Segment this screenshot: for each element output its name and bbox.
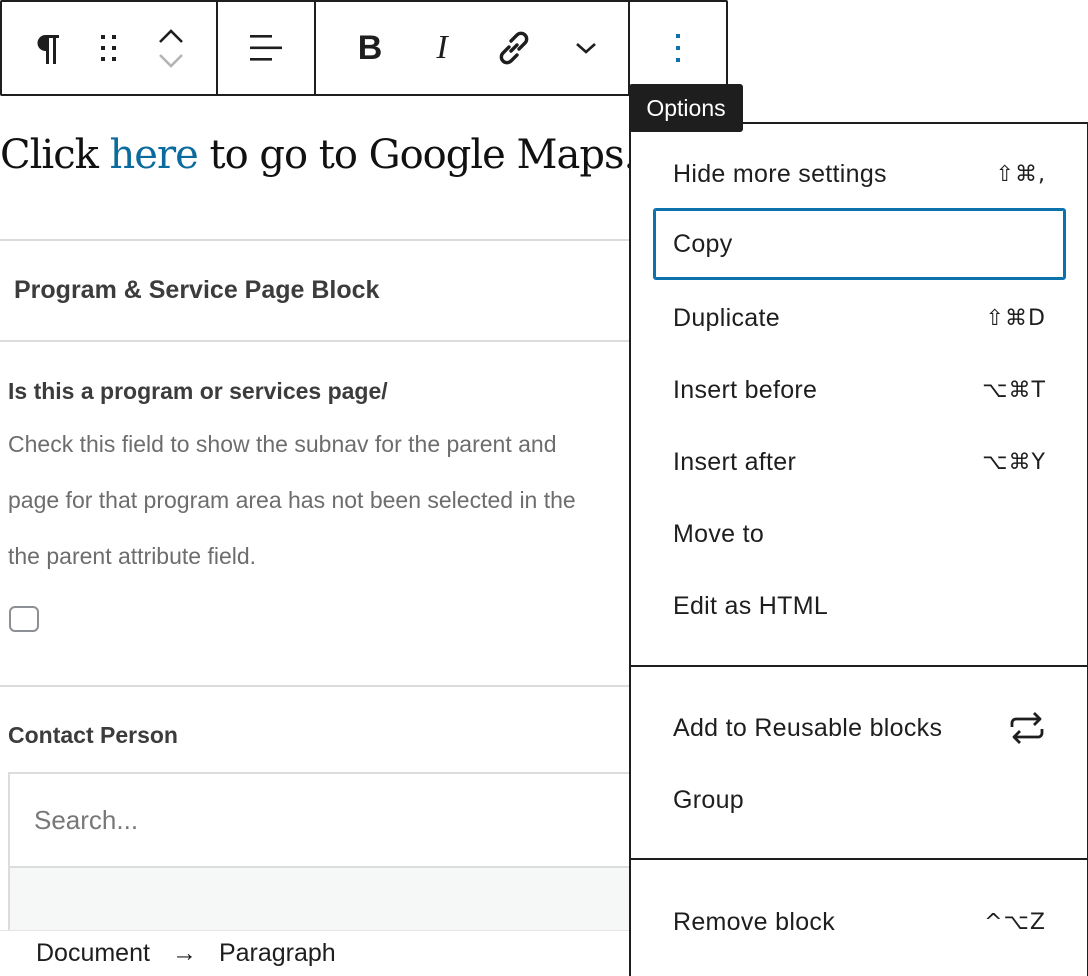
italic-icon: I [436, 29, 448, 66]
breadcrumb-paragraph: Paragraph [218, 939, 336, 967]
paragraph-link[interactable]: here [110, 132, 199, 178]
link-icon [499, 31, 529, 65]
program-checkbox[interactable] [9, 606, 39, 632]
breadcrumb-document[interactable]: Document [36, 939, 150, 968]
menu-separator [631, 665, 1087, 667]
program-field-description: Check this field to show the subnav for … [8, 416, 630, 586]
align-left-icon [250, 35, 282, 61]
chevron-up-icon[interactable] [158, 28, 184, 44]
description-line: page for that program area has not been … [8, 487, 576, 513]
menu-separator [631, 858, 1087, 860]
italic-button[interactable]: I [406, 16, 478, 80]
more-formats-button[interactable] [550, 16, 622, 80]
menu-item-label: Insert before [673, 375, 818, 404]
menu-item-shortcut: ⇧⌘, [995, 161, 1046, 187]
menu-item-hide-more-settings[interactable]: Hide more settings ⇧⌘, [653, 138, 1066, 210]
drag-handle-icon [101, 35, 116, 61]
block-title: Program & Service Page Block [14, 276, 380, 304]
menu-item-label: Group [673, 785, 744, 814]
chevron-down-icon [576, 43, 596, 54]
drag-handle-button[interactable] [78, 16, 140, 80]
menu-item-add-to-reusable-blocks[interactable]: Add to Reusable blocks [653, 692, 1066, 764]
menu-item-group[interactable]: Group [653, 764, 1066, 836]
align-group [218, 2, 316, 94]
paragraph-icon [37, 35, 59, 64]
bold-button[interactable]: B [334, 16, 406, 80]
menu-item-shortcut: ^⌥Z [984, 909, 1046, 935]
divider [0, 685, 630, 687]
menu-item-insert-after[interactable]: Insert after ⌥⌘Y [653, 426, 1066, 498]
move-buttons [140, 16, 202, 80]
menu-item-insert-before[interactable]: Insert before ⌥⌘T [653, 354, 1066, 426]
menu-item-label: Add to Reusable blocks [673, 713, 943, 742]
bold-icon: B [357, 28, 383, 67]
contact-person-search [8, 772, 630, 932]
vertical-ellipsis-icon [676, 34, 680, 62]
menu-item-move-to[interactable]: Move to [653, 498, 1066, 570]
paragraph-block[interactable]: Click here to go to Google Maps. [0, 132, 636, 178]
options-group [630, 2, 726, 94]
menu-item-label: Remove block [673, 907, 835, 936]
link-button[interactable] [478, 16, 550, 80]
menu-item-remove-block[interactable]: Remove block ^⌥Z [653, 886, 1066, 958]
menu-item-duplicate[interactable]: Duplicate ⇧⌘D [653, 282, 1066, 354]
search-results-area [10, 866, 630, 932]
search-input[interactable] [10, 774, 630, 866]
chevron-down-icon[interactable] [158, 52, 184, 68]
format-group: B I [316, 2, 630, 94]
contact-person-label: Contact Person [8, 722, 178, 748]
menu-item-shortcut: ⇧⌘D [985, 305, 1046, 331]
menu-item-edit-as-html[interactable]: Edit as HTML [653, 570, 1066, 642]
menu-item-shortcut: ⌥⌘Y [982, 449, 1046, 475]
block-tools-group [2, 2, 218, 94]
options-menu: Hide more settings ⇧⌘, Copy Duplicate ⇧⌘… [629, 122, 1088, 976]
menu-item-label: Copy [673, 229, 733, 258]
description-line: Check this field to show the subnav for … [8, 431, 557, 457]
menu-item-copy[interactable]: Copy [653, 208, 1066, 280]
divider [0, 340, 630, 342]
menu-item-label: Edit as HTML [673, 591, 829, 620]
paragraph-text-before: Click [0, 132, 110, 178]
options-button[interactable] [646, 16, 710, 80]
program-field-label: Is this a program or services page/ [8, 378, 388, 404]
menu-item-shortcut: ⌥⌘T [982, 377, 1046, 403]
divider [0, 239, 630, 241]
block-toolbar: B I [0, 0, 728, 96]
menu-item-label: Duplicate [673, 303, 780, 332]
paragraph-text-after: to go to Google Maps. [197, 132, 636, 178]
paragraph-button[interactable] [16, 16, 78, 80]
description-line: the parent attribute field. [8, 543, 257, 569]
menu-item-label: Move to [673, 519, 765, 548]
menu-item-label: Hide more settings [673, 159, 887, 188]
breadcrumb-separator: → [171, 939, 197, 967]
align-button[interactable] [234, 16, 298, 80]
reusable-block-icon [1010, 712, 1044, 744]
menu-item-label: Insert after [673, 447, 797, 476]
options-tooltip: Options [629, 84, 743, 132]
